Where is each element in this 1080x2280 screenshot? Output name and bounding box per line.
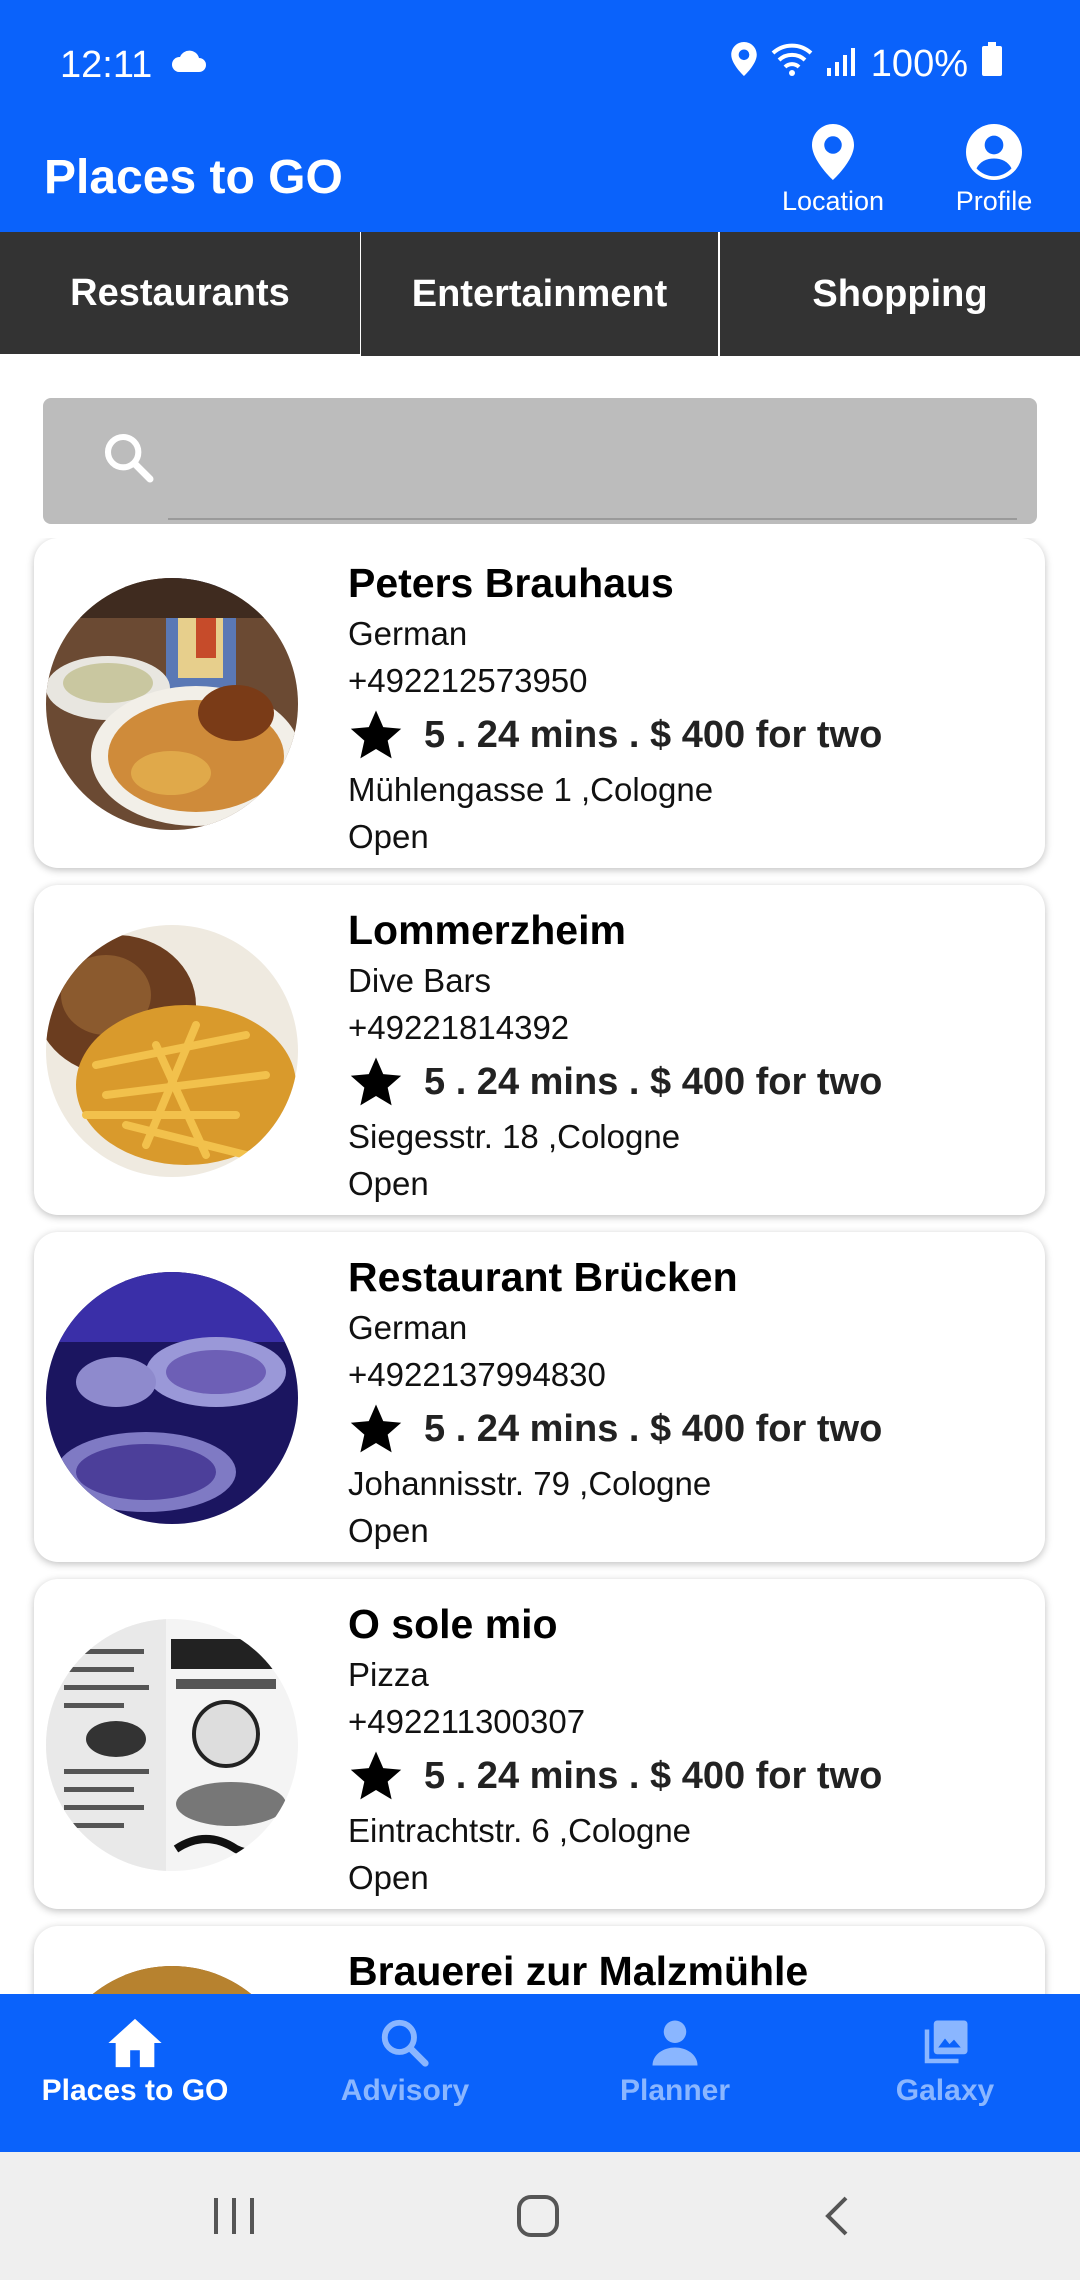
nav-galaxy[interactable]: Galaxy [810, 2016, 1080, 2108]
location-pin-icon [812, 124, 854, 180]
place-category: Pizza [348, 1656, 429, 1693]
places-list[interactable]: Peters Brauhaus German +492212573950 5 .… [0, 538, 1080, 1994]
search-underline [168, 518, 1017, 520]
place-rating-time-price: 5 . 24 mins . $ 400 for two [424, 714, 883, 756]
place-info: Lommerzheim Dive Bars +49221814392 5 . 2… [348, 903, 1028, 1207]
place-card[interactable]: Lommerzheim Dive Bars +49221814392 5 . 2… [34, 885, 1045, 1215]
place-address: Eintrachtstr. 6 ,Cologne [348, 1812, 692, 1849]
place-info: Restaurant Brücken German +4922137994830… [348, 1250, 1028, 1554]
search-input[interactable] [173, 422, 997, 494]
place-phone: +492211300307 [348, 1703, 586, 1740]
place-name: Restaurant Brücken [348, 1254, 738, 1300]
back-chevron-icon [825, 2196, 848, 2236]
cloud-icon [170, 50, 206, 79]
place-info: Peters Brauhaus German +492212573950 5 .… [348, 556, 1028, 860]
recent-apps-icon [214, 2198, 254, 2234]
place-status: Open [348, 1165, 429, 1202]
signal-icon [826, 43, 857, 86]
app-bar: Places to GO Location Profile [0, 124, 1080, 232]
photo-library-icon [924, 2020, 968, 2064]
place-card[interactable]: Restaurant Brücken German +4922137994830… [34, 1232, 1045, 1562]
place-meta: 5 . 24 mins . $ 400 for two [348, 704, 1028, 766]
tab-label: Shopping [812, 272, 988, 315]
nav-label: Galaxy [895, 2074, 995, 2107]
nav-label: Planner [619, 2074, 731, 2107]
back-button[interactable] [822, 2194, 852, 2243]
tab-shopping[interactable]: Shopping [720, 232, 1080, 356]
home-button[interactable] [516, 2194, 560, 2243]
place-rating-time-price: 5 . 24 mins . $ 400 for two [424, 1061, 883, 1103]
place-status: Open [348, 1512, 429, 1549]
status-icons: 100% [731, 42, 1002, 86]
system-navigation-bar [0, 2152, 1080, 2280]
place-category: German [348, 1309, 468, 1346]
star-icon [350, 710, 402, 759]
location-label: Location [781, 186, 885, 216]
nav-advisory[interactable]: Advisory [270, 2016, 540, 2108]
category-tabs: Restaurants Entertainment Shopping [0, 232, 1080, 362]
place-address: Mühlengasse 1 ,Cologne [348, 771, 714, 808]
home-outline-icon [517, 2195, 559, 2237]
place-name: O sole mio [348, 1601, 558, 1647]
search-bar [43, 398, 1037, 524]
status-time: 12:11 [60, 44, 153, 86]
place-name: Brauerei zur Malzmühle [348, 1948, 809, 1994]
place-rating-time-price: 5 . 24 mins . $ 400 for two [424, 1755, 883, 1797]
profile-button[interactable]: Profile [924, 124, 1064, 217]
tab-label: Entertainment [411, 272, 668, 315]
place-meta: 5 . 24 mins . $ 400 for two [348, 1745, 1028, 1807]
profile-label: Profile [955, 186, 1033, 216]
place-phone: +49221814392 [348, 1009, 570, 1046]
place-phone: +492212573950 [348, 662, 588, 699]
place-address: Siegesstr. 18 ,Cologne [348, 1118, 681, 1155]
place-name: Lommerzheim [348, 907, 626, 953]
place-photo [46, 1966, 298, 1994]
place-meta: 5 . 24 mins . $ 400 for two [348, 1051, 1028, 1113]
star-icon [350, 1751, 402, 1800]
nav-places-to-go[interactable]: Places to GO [0, 2016, 270, 2108]
place-category: German [348, 615, 468, 652]
place-category: Dive Bars [348, 962, 492, 999]
place-address: Johannisstr. 79 ,Cologne [348, 1465, 712, 1502]
place-info: Brauerei zur Malzmühle [348, 1944, 1028, 1994]
place-name: Peters Brauhaus [348, 560, 674, 606]
place-info: O sole mio Pizza +492211300307 5 . 24 mi… [348, 1597, 1028, 1901]
wifi-icon [771, 42, 813, 86]
person-icon [652, 2020, 698, 2066]
location-status-icon [731, 42, 757, 86]
place-card[interactable]: Brauerei zur Malzmühle [34, 1926, 1045, 1994]
place-phone: +4922137994830 [348, 1356, 606, 1393]
place-rating-time-price: 5 . 24 mins . $ 400 for two [424, 1408, 883, 1450]
star-icon [350, 1404, 402, 1453]
nav-label: Advisory [340, 2074, 470, 2107]
app-title: Places to GO [44, 151, 343, 204]
place-status: Open [348, 1859, 429, 1896]
place-card[interactable]: O sole mio Pizza +492211300307 5 . 24 mi… [34, 1579, 1045, 1909]
battery-icon [982, 42, 1002, 86]
place-photo [46, 578, 298, 830]
place-meta: 5 . 24 mins . $ 400 for two [348, 1398, 1028, 1460]
star-icon [350, 1057, 402, 1106]
bottom-navigation: Places to GO Advisory Planner Galaxy [0, 1994, 1080, 2152]
tab-label: Restaurants [70, 271, 290, 314]
tab-restaurants[interactable]: Restaurants [0, 232, 360, 354]
location-button[interactable]: Location [763, 124, 903, 217]
place-photo [46, 925, 298, 1177]
search-icon [381, 2019, 429, 2067]
status-bar: 12:11 100% [0, 0, 1080, 132]
recent-apps-button[interactable] [212, 2196, 256, 2241]
battery-percent: 100% [870, 42, 968, 85]
nav-label: Places to GO [41, 2074, 229, 2107]
tab-entertainment[interactable]: Entertainment [361, 232, 718, 356]
place-photo [46, 1619, 298, 1871]
home-icon [108, 2018, 162, 2068]
place-card[interactable]: Peters Brauhaus German +492212573950 5 .… [34, 538, 1045, 868]
nav-planner[interactable]: Planner [540, 2016, 810, 2108]
account-circle-icon [966, 124, 1022, 180]
search-icon [101, 430, 157, 491]
place-status: Open [348, 818, 429, 855]
place-photo [46, 1272, 298, 1524]
